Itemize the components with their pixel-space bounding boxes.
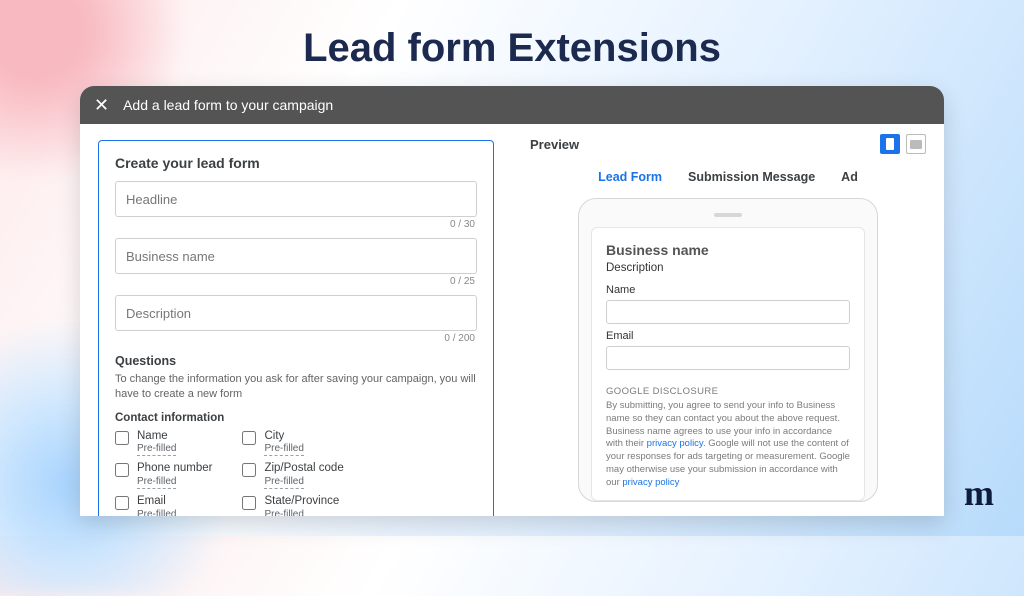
- description-counter: 0 / 200: [115, 333, 475, 344]
- device-desktop-icon[interactable]: [906, 134, 926, 154]
- form-editor-pane: Create your lead form Headline 0 / 30 Bu…: [80, 124, 512, 516]
- checkbox-input[interactable]: [242, 463, 256, 477]
- window-title: Add a lead form to your campaign: [123, 97, 333, 113]
- preview-label: Preview: [530, 137, 579, 152]
- contact-col-right: CityPre-filled Zip/Postal codePre-filled…: [242, 430, 343, 516]
- preview-business-name: Business name: [606, 242, 850, 258]
- checkbox-input[interactable]: [242, 496, 256, 510]
- preview-email-input[interactable]: [606, 346, 850, 370]
- checkbox-state[interactable]: State/ProvincePre-filled: [242, 495, 343, 516]
- preview-description: Description: [606, 262, 850, 274]
- checkbox-city[interactable]: CityPre-filled: [242, 430, 343, 457]
- privacy-link[interactable]: privacy policy: [647, 438, 703, 449]
- checkbox-input[interactable]: [242, 431, 256, 445]
- disclosure-heading: GOOGLE DISCLOSURE: [606, 386, 850, 397]
- business-counter: 0 / 25: [115, 276, 475, 287]
- business-name-input[interactable]: Business name: [115, 238, 477, 274]
- contact-options-grid: NamePre-filled Phone numberPre-filled Em…: [115, 430, 477, 516]
- contact-col-left: NamePre-filled Phone numberPre-filled Em…: [115, 430, 212, 516]
- privacy-link-2[interactable]: privacy policy: [622, 477, 679, 488]
- preview-pane: Preview Lead Form Submission Message Ad …: [512, 124, 944, 516]
- tab-ad[interactable]: Ad: [841, 170, 858, 184]
- description-input[interactable]: Description: [115, 295, 477, 331]
- lead-form-card: Create your lead form Headline 0 / 30 Bu…: [98, 140, 494, 516]
- checkbox-email[interactable]: EmailPre-filled: [115, 495, 212, 516]
- device-frame: Business name Description Name Email GOO…: [578, 198, 878, 502]
- card-title: Create your lead form: [115, 155, 477, 171]
- window-titlebar: ✕ Add a lead form to your campaign: [80, 86, 944, 124]
- headline-input[interactable]: Headline: [115, 181, 477, 217]
- checkbox-zip[interactable]: Zip/Postal codePre-filled: [242, 462, 343, 489]
- checkbox-phone[interactable]: Phone numberPre-filled: [115, 462, 212, 489]
- tab-lead-form[interactable]: Lead Form: [598, 170, 662, 184]
- device-toggle: [880, 134, 926, 154]
- page-title: Lead form Extensions: [303, 26, 721, 71]
- device-notch: [714, 213, 742, 217]
- device-mobile-icon[interactable]: [880, 134, 900, 154]
- checkbox-name[interactable]: NamePre-filled: [115, 430, 212, 457]
- checkbox-input[interactable]: [115, 496, 129, 510]
- disclosure-text: By submitting, you agree to send your in…: [606, 400, 850, 490]
- questions-heading: Questions: [115, 354, 477, 368]
- preview-screen: Business name Description Name Email GOO…: [591, 227, 865, 501]
- headline-counter: 0 / 30: [115, 219, 475, 230]
- close-icon[interactable]: ✕: [94, 96, 109, 114]
- contact-info-heading: Contact information: [115, 412, 477, 424]
- preview-email-label: Email: [606, 330, 850, 342]
- preview-name-label: Name: [606, 284, 850, 296]
- preview-name-input[interactable]: [606, 300, 850, 324]
- preview-tabs: Lead Form Submission Message Ad: [530, 170, 926, 184]
- checkbox-input[interactable]: [115, 431, 129, 445]
- checkbox-input[interactable]: [115, 463, 129, 477]
- tab-submission[interactable]: Submission Message: [688, 170, 815, 184]
- brand-logo: m: [964, 472, 994, 514]
- app-window: ✕ Add a lead form to your campaign Creat…: [80, 86, 944, 516]
- questions-help: To change the information you ask for af…: [115, 372, 477, 402]
